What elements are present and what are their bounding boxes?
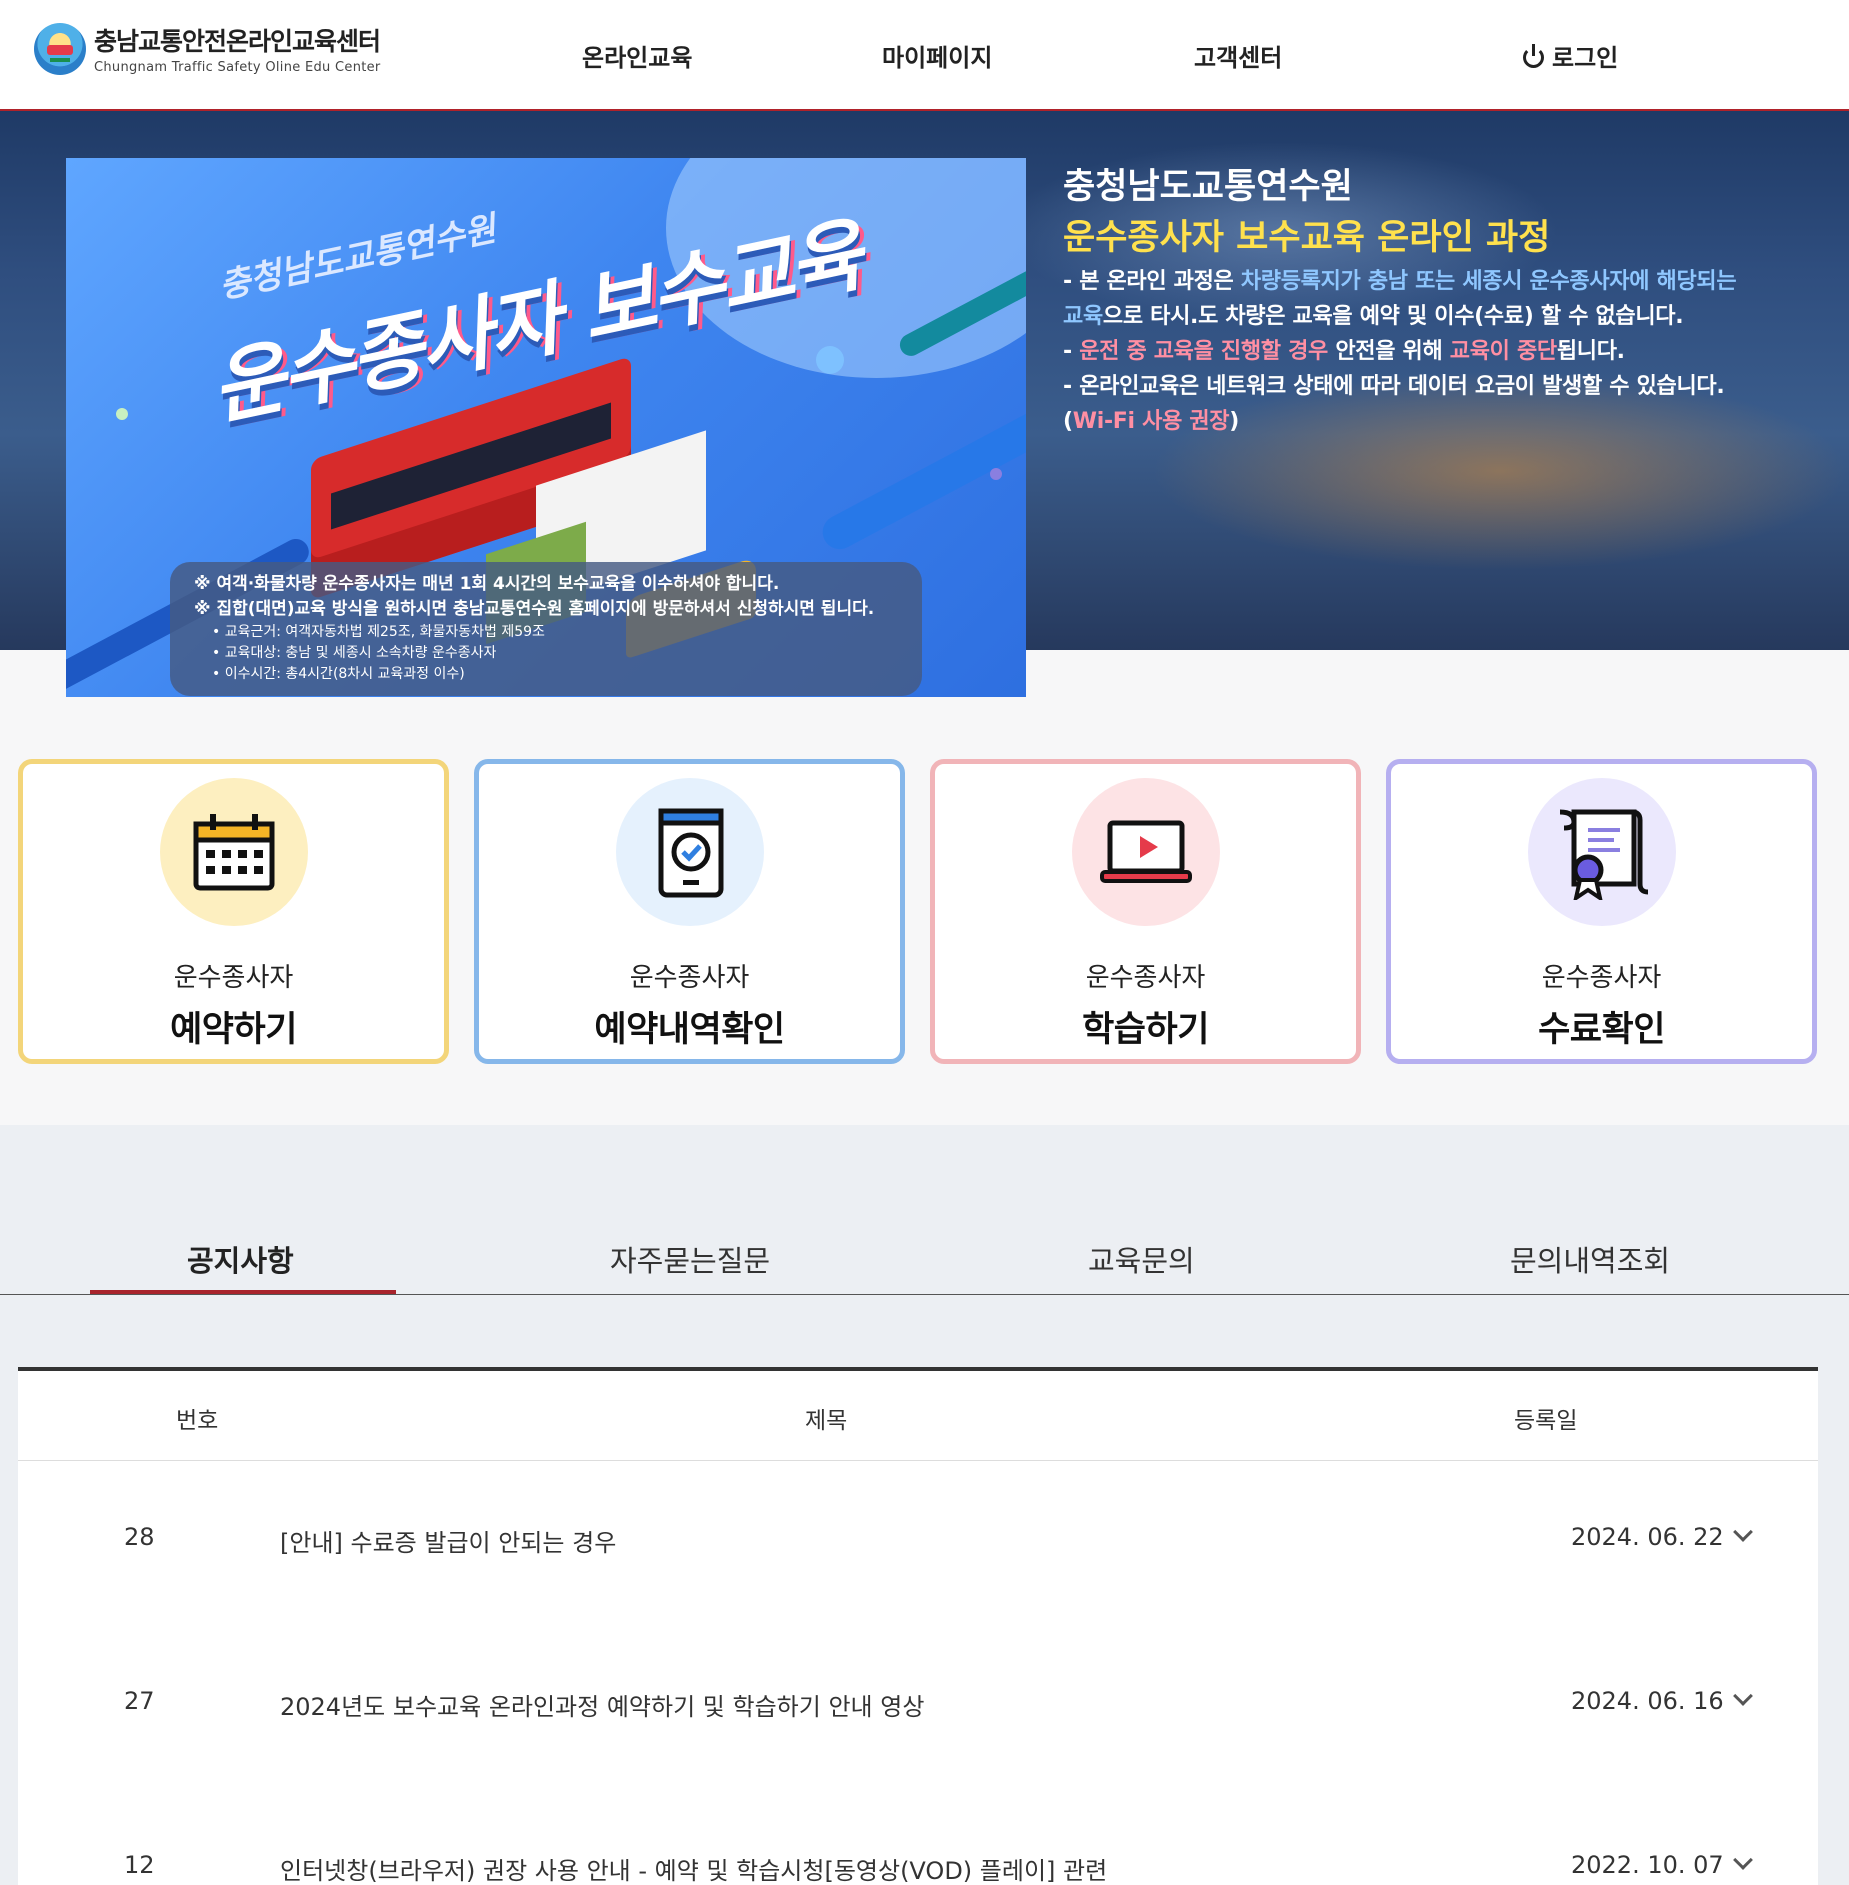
hero-desc-2: - 운전 중 교육을 진행할 경우 안전을 위해 교육이 중단됩니다. bbox=[1063, 339, 1625, 364]
power-icon bbox=[1523, 44, 1544, 68]
site-header: 충남교통안전온라인교육센터 Chungnam Traffic Safety Ol… bbox=[0, 0, 1849, 111]
logo-emblem-icon bbox=[34, 22, 86, 75]
card-sub-label: 운수종사자 bbox=[1085, 963, 1206, 993]
nav-mypage[interactable]: 마이페이지 bbox=[882, 38, 992, 73]
hero-desc-1: - 본 온라인 과정은 차량등록지가 충남 또는 세종시 운수종사자에 해당되는… bbox=[1063, 269, 1737, 329]
card-main-label: 수료확인 bbox=[1538, 1010, 1665, 1050]
hero-banner[interactable]: 충청남도교통연수원 운수종사자 보수교육 ※ 여객·화물차량 운수종사자는 매년… bbox=[66, 158, 1026, 697]
logo-title: 충남교통안전온라인교육센터 bbox=[94, 27, 381, 56]
banner-notice: ※ 여객·화물차량 운수종사자는 매년 1회 4시간의 보수교육을 이수하셔야 … bbox=[170, 562, 922, 696]
row-date: 2024. 06. 16 bbox=[1571, 1687, 1724, 1715]
row-date: 2022. 10. 07 bbox=[1571, 1851, 1724, 1879]
laptop-play-icon bbox=[1100, 820, 1192, 883]
hero-org-title: 충청남도교통연수원 bbox=[1063, 167, 1353, 207]
card-sub-label: 운수종사자 bbox=[1541, 963, 1662, 993]
row-number: 27 bbox=[124, 1687, 155, 1715]
row-title: [안내] 수료증 발급이 안되는 경우 bbox=[280, 1529, 617, 1557]
logo-subtitle: Chungnam Traffic Safety Oline Edu Center bbox=[94, 60, 381, 75]
card-main-label: 예약내역확인 bbox=[594, 1010, 785, 1050]
active-tab-indicator bbox=[90, 1290, 396, 1294]
card-reservation-history[interactable]: 운수종사자 예약내역확인 bbox=[474, 759, 905, 1064]
site-logo[interactable]: 충남교통안전온라인교육센터 Chungnam Traffic Safety Ol… bbox=[34, 22, 381, 75]
tab-inquiry-history[interactable]: 문의내역조회 bbox=[1510, 1238, 1670, 1280]
card-sub-label: 운수종사자 bbox=[173, 963, 294, 993]
row-number: 28 bbox=[124, 1523, 155, 1551]
table-row[interactable]: 12 인터넷창(브라우저) 권장 사용 안내 - 예약 및 학습시청[동영상(V… bbox=[18, 1789, 1818, 1885]
column-title: 제목 bbox=[805, 1408, 848, 1434]
row-number: 12 bbox=[124, 1851, 155, 1879]
card-reservation[interactable]: 운수종사자 예약하기 bbox=[18, 759, 449, 1064]
column-number: 번호 bbox=[176, 1408, 219, 1434]
row-date: 2024. 06. 22 bbox=[1571, 1523, 1724, 1551]
chevron-down-icon[interactable] bbox=[1733, 1850, 1753, 1870]
card-sub-label: 운수종사자 bbox=[629, 963, 750, 993]
nav-online-education[interactable]: 온라인교육 bbox=[582, 38, 692, 73]
hero-intro: 충청남도교통연수원 운수종사자 보수교육 온라인 과정 - 본 온라인 과정은 … bbox=[1063, 162, 1743, 439]
row-title: 인터넷창(브라우저) 권장 사용 안내 - 예약 및 학습시청[동영상(VOD)… bbox=[280, 1857, 1108, 1885]
nav-customer-center[interactable]: 고객센터 bbox=[1194, 38, 1282, 73]
chevron-down-icon[interactable] bbox=[1733, 1686, 1753, 1706]
card-main-label: 예약하기 bbox=[170, 1010, 297, 1050]
table-row[interactable]: 28 [안내] 수료증 발급이 안되는 경우 2024. 06. 22 bbox=[18, 1461, 1818, 1625]
tablet-check-icon bbox=[658, 808, 724, 898]
tab-education-inquiry[interactable]: 교육문의 bbox=[1088, 1238, 1195, 1280]
hero-course-title: 운수종사자 보수교육 온라인 과정 bbox=[1063, 218, 1551, 258]
tab-faq[interactable]: 자주묻는질문 bbox=[610, 1238, 770, 1280]
tab-notice[interactable]: 공지사항 bbox=[187, 1238, 294, 1280]
card-learning[interactable]: 운수종사자 학습하기 bbox=[930, 759, 1361, 1064]
table-row[interactable]: 27 2024년도 보수교육 온라인과정 예약하기 및 학습하기 안내 영상 2… bbox=[18, 1625, 1818, 1789]
card-main-label: 학습하기 bbox=[1082, 1010, 1209, 1050]
column-date: 등록일 bbox=[1514, 1408, 1578, 1434]
table-header: 번호 제목 등록일 bbox=[18, 1371, 1818, 1461]
card-completion[interactable]: 운수종사자 수료확인 bbox=[1386, 759, 1817, 1064]
hero-desc-3: - 온라인교육은 네트워크 상태에 따라 데이터 요금이 발생할 수 있습니다.… bbox=[1063, 374, 1725, 434]
login-button[interactable]: 로그인 bbox=[1523, 38, 1618, 73]
board-tabs: 공지사항 자주묻는질문 교육문의 문의내역조회 bbox=[0, 1232, 1849, 1295]
notice-table: 번호 제목 등록일 28 [안내] 수료증 발급이 안되는 경우 2024. 0… bbox=[18, 1367, 1818, 1885]
row-title: 2024년도 보수교육 온라인과정 예약하기 및 학습하기 안내 영상 bbox=[280, 1693, 925, 1721]
login-label: 로그인 bbox=[1552, 44, 1619, 72]
calendar-icon bbox=[193, 814, 275, 891]
chevron-down-icon[interactable] bbox=[1733, 1522, 1753, 1542]
certificate-icon bbox=[1559, 809, 1649, 900]
